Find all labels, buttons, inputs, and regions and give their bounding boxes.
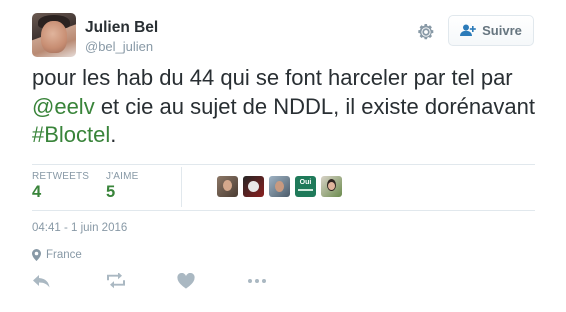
divider-top [32,164,535,165]
follow-button-label: Suivre [482,23,522,38]
stats-separator [181,167,182,207]
mention-link[interactable]: @eelv [32,94,95,119]
divider-bottom [32,210,535,211]
retweet-icon[interactable] [105,273,127,289]
tweet-timestamp[interactable]: 04:41 - 1 juin 2016 [32,222,127,234]
heart-icon[interactable] [175,273,197,289]
add-user-icon [460,24,476,36]
gear-icon[interactable] [416,22,436,42]
liker-avatar[interactable] [217,176,238,197]
map-pin-icon [32,249,41,261]
liker-avatar[interactable]: Oui [295,176,316,197]
avatar-face [41,21,67,53]
reply-icon[interactable] [32,273,54,289]
liker-avatar[interactable] [243,176,264,197]
tweet-text-part-1: pour les hab du 44 qui se font harceler … [32,65,513,90]
tweet-text-part-3: . [110,122,117,147]
user-name[interactable]: Julien Bel [85,19,158,37]
retweets-label: RETWEETS [32,171,90,182]
user-handle[interactable]: @bel_julien [85,39,153,54]
hashtag-link[interactable]: #Bloctel [32,122,110,147]
likers-avatars: Oui [217,176,347,197]
location-label: France [46,249,82,261]
retweets-count[interactable]: 4 [32,183,41,202]
tweet-location[interactable]: France [32,249,82,261]
avatar[interactable] [32,13,76,57]
tweet-text: pour les hab du 44 qui se font harceler … [32,64,542,150]
liker-avatar[interactable] [269,176,290,197]
likes-label: J'AIME [106,171,139,182]
more-icon[interactable] [246,273,268,289]
likes-count[interactable]: 5 [106,183,115,202]
liker-avatar[interactable] [321,176,342,197]
tweet-text-part-2: et cie au sujet de NDDL, il existe dorén… [94,93,535,119]
liker-avatar-text: Oui [299,179,312,186]
follow-button[interactable]: Suivre [448,15,534,46]
